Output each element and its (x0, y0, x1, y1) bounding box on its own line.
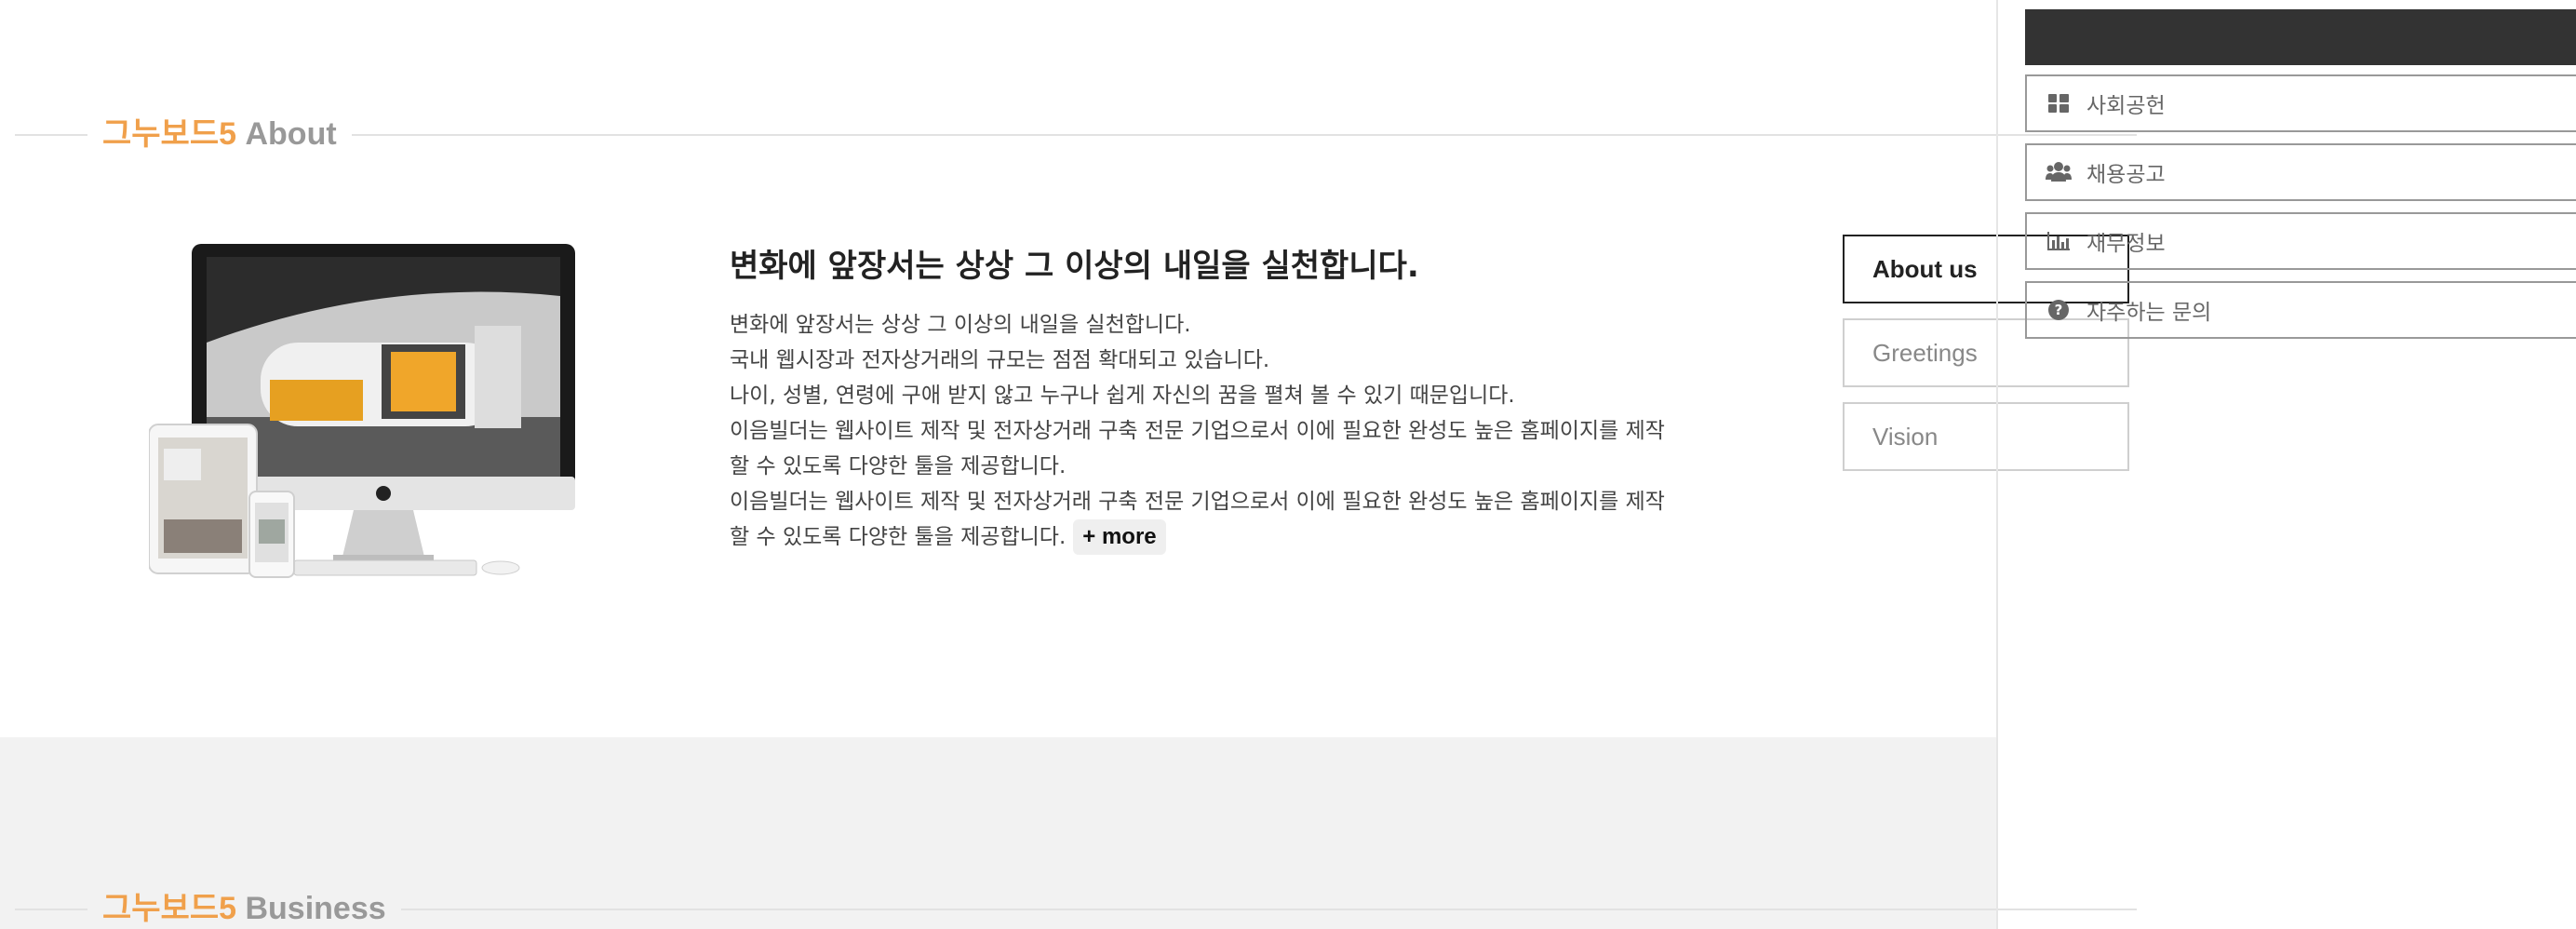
quick-menu-header-bar (2025, 9, 2576, 65)
more-button[interactable]: + more (1073, 519, 1166, 555)
business-section-title: 그누보드5 Business (87, 888, 401, 929)
about-paragraph: 국내 웹시장과 전자상거래의 규모는 점점 확대되고 있습니다. (730, 348, 1270, 372)
about-paragraph: 나이, 성별, 연령에 구애 받지 않고 누구나 쉽게 자신의 꿈을 펼쳐 볼 … (730, 384, 1515, 408)
about-section-title: 그누보드5 About (87, 114, 352, 155)
quick-menu-item-faq[interactable]: ? 자주하는 문의 (2025, 281, 2576, 339)
quick-menu-label: 사회공헌 (2086, 94, 2166, 118)
quick-menu-item-financial-info[interactable]: 재무정보 (2025, 212, 2576, 270)
section-word-text: About (245, 116, 337, 152)
svg-text:?: ? (2055, 302, 2063, 318)
section-word-text: Business (245, 891, 386, 926)
question-circle-icon: ? (2046, 297, 2072, 323)
quick-menu-item-social-contribution[interactable]: 사회공헌 (2025, 74, 2576, 132)
quick-menu-label: 자주하는 문의 (2086, 301, 2212, 325)
users-icon (2046, 159, 2072, 185)
devices-illustration (149, 244, 575, 578)
bar-chart-icon (2046, 228, 2072, 254)
about-paragraph-text: 이음빌더는 웹사이트 제작 및 전자상거래 구축 전문 기업으로서 이에 필요한… (730, 490, 1665, 549)
quick-panel-divider (1996, 0, 1998, 929)
tab-vision[interactable]: Vision (1843, 402, 2129, 471)
about-paragraph: 변화에 앞장서는 상상 그 이상의 내일을 실천합니다. (730, 313, 1191, 337)
about-paragraph-last: 이음빌더는 웹사이트 제작 및 전자상거래 구축 전문 기업으로서 이에 필요한… (730, 484, 1679, 555)
quick-menu-label: 채용공고 (2086, 163, 2166, 187)
quick-menu-label: 재무정보 (2086, 232, 2166, 256)
section-brand-text: 그누보드5 (102, 116, 237, 152)
quick-menu-item-recruitment[interactable]: 채용공고 (2025, 143, 2576, 201)
section-brand-text: 그누보드5 (102, 891, 237, 926)
about-section-heading: 그누보드5 About (15, 114, 2137, 155)
about-headline: 변화에 앞장서는 상상 그 이상의 내일을 실천합니다. (730, 248, 1419, 285)
about-paragraph: 이음빌더는 웹사이트 제작 및 전자상거래 구축 전문 기업으로서 이에 필요한… (730, 419, 1665, 478)
business-section-heading: 그누보드5 Business (15, 888, 2137, 929)
grid-icon (2046, 90, 2072, 116)
about-body: 변화에 앞장서는 상상 그 이상의 내일을 실천합니다. 국내 웹시장과 전자상… (730, 307, 1679, 555)
